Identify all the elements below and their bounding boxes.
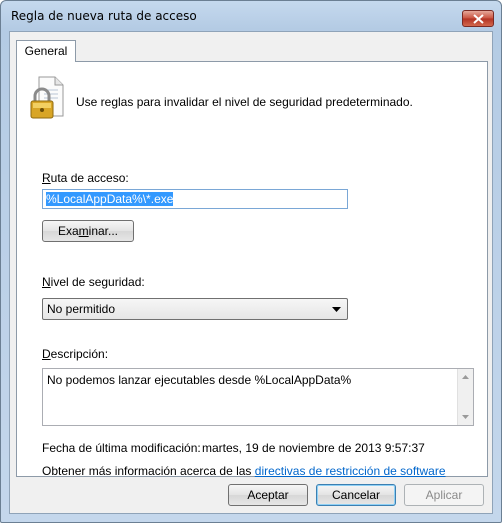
srp-help-link[interactable]: directivas de restricción de software — [255, 464, 446, 478]
chevron-down-icon — [332, 307, 341, 312]
description-value: No podemos lanzar ejecutables desde %Loc… — [47, 373, 352, 387]
description-scrollbar[interactable] — [457, 369, 473, 425]
lock-document-icon — [30, 76, 64, 119]
description-label: Descripción: — [42, 347, 108, 361]
modified-value: martes, 19 de noviembre de 2013 9:57:37 — [202, 441, 425, 455]
browse-button[interactable]: Examinar... — [42, 220, 134, 242]
title-bar[interactable]: Regla de nueva ruta de acceso — [1, 1, 501, 31]
more-info-prefix: Obtener más información acerca de las — [42, 464, 255, 478]
scroll-down-icon[interactable] — [462, 415, 469, 419]
browse-label-accel: m — [78, 224, 89, 238]
security-label-rest: ivel de seguridad: — [50, 275, 145, 289]
browse-label-end: inar... — [88, 224, 119, 238]
cancel-button[interactable]: Cancelar — [316, 484, 396, 506]
window-title: Regla de nueva ruta de acceso — [11, 9, 197, 23]
close-button[interactable] — [462, 10, 494, 27]
path-label: Ruta de acceso: — [42, 171, 129, 185]
dialog-window: Regla de nueva ruta de acceso General Us… — [0, 0, 502, 523]
security-level-dropdown[interactable]: No permitido — [42, 298, 348, 320]
browse-label-start: Exa — [57, 224, 79, 238]
accept-button[interactable]: Aceptar — [228, 484, 308, 506]
tab-general[interactable]: General — [16, 40, 76, 62]
path-input[interactable]: %LocalAppData%\*.exe — [42, 189, 348, 209]
tab-panel-general: Use reglas para invalidar el nivel de se… — [16, 61, 488, 478]
security-level-value: No permitido — [47, 302, 116, 316]
security-label-accel: N — [42, 275, 51, 289]
close-icon — [473, 14, 484, 24]
security-label: Nivel de seguridad: — [42, 275, 145, 289]
modified-label: Fecha de última modificación: — [42, 441, 201, 455]
description-label-rest: escripción: — [50, 347, 109, 361]
path-label-rest: uta de acceso: — [50, 171, 129, 185]
description-label-accel: D — [42, 347, 51, 361]
more-info-text: Obtener más información acerca de las di… — [42, 464, 446, 478]
description-textarea[interactable]: No podemos lanzar ejecutables desde %Loc… — [42, 368, 474, 426]
header-description: Use reglas para invalidar el nivel de se… — [76, 95, 413, 109]
dialog-client: General Use reglas para invalidar el niv… — [9, 31, 493, 514]
path-label-accel: R — [42, 171, 51, 185]
apply-button[interactable]: Aplicar — [404, 484, 484, 506]
scroll-up-icon[interactable] — [462, 375, 469, 379]
path-input-value: %LocalAppData%\*.exe — [46, 192, 174, 206]
